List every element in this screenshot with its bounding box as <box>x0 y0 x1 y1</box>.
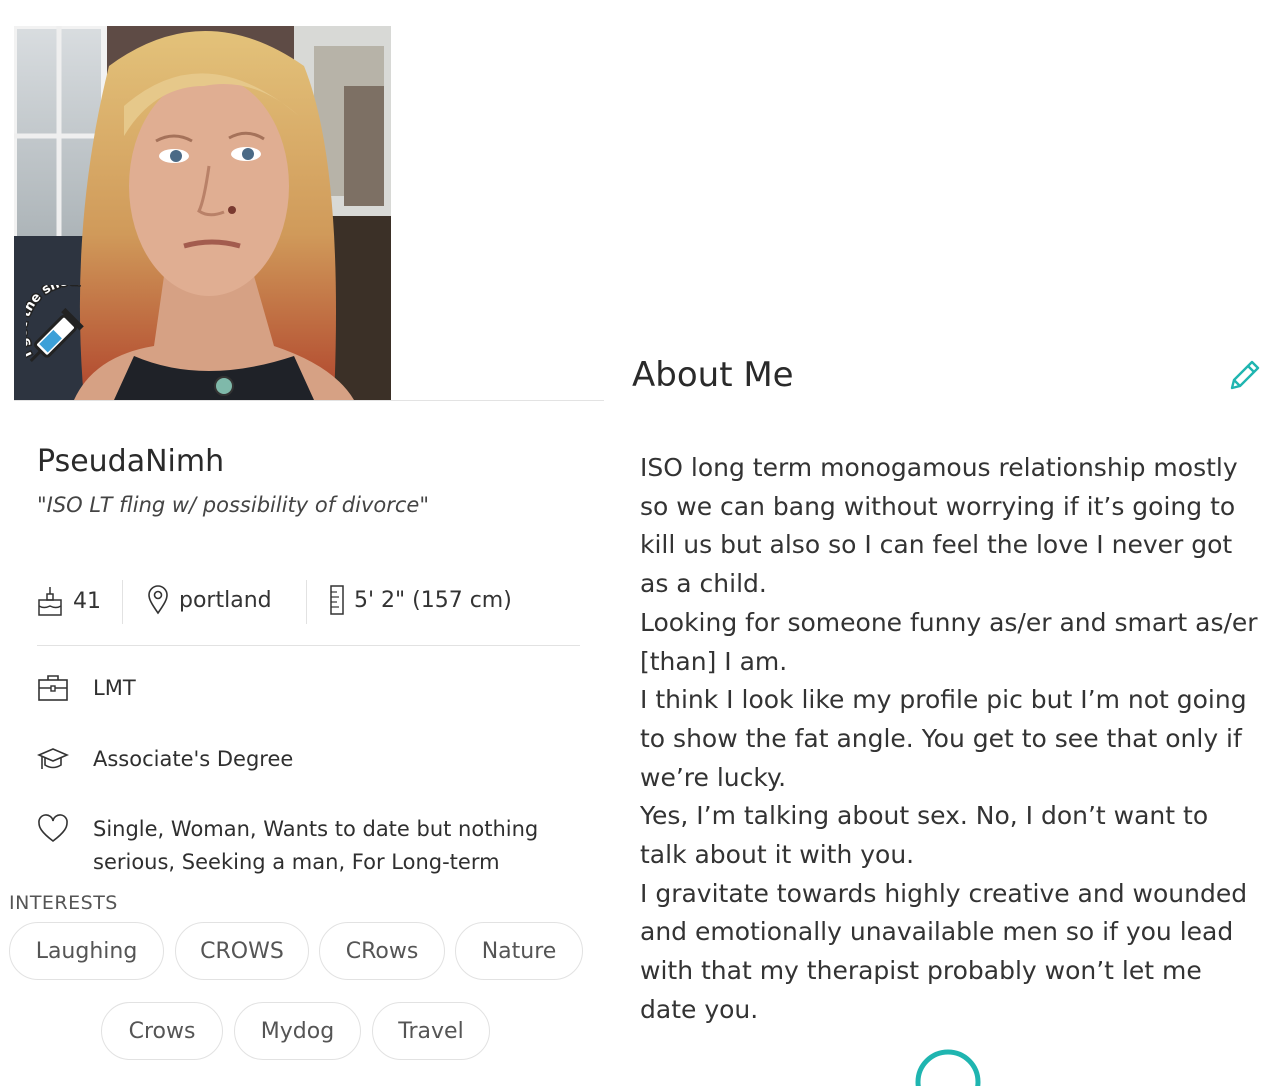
ruler-icon <box>330 585 344 615</box>
interest-chip[interactable]: Nature <box>455 922 583 980</box>
interest-chip[interactable]: CROWS <box>175 922 309 980</box>
age-stat: 41 <box>37 585 101 617</box>
occupation-row: LMT <box>37 672 136 705</box>
interest-chip[interactable]: Crows <box>101 1002 223 1060</box>
about-title: About Me <box>632 355 794 395</box>
about-paragraph: ISO long term monogamous relationship mo… <box>640 453 1238 599</box>
pencil-icon <box>1230 360 1260 390</box>
heart-icon <box>38 814 68 843</box>
syringe-icon <box>29 307 84 363</box>
stat-divider <box>306 580 307 624</box>
occupation-value: LMT <box>93 676 136 700</box>
location-value: portland <box>179 587 272 613</box>
interest-chip[interactable]: Travel <box>372 1002 490 1060</box>
height-value: 5' 2" (157 cm) <box>354 587 512 613</box>
vaccine-sticker: I got the shot! <box>14 272 126 375</box>
briefcase-icon <box>38 675 68 701</box>
location-stat: portland <box>147 585 272 615</box>
about-paragraph: I gravitate towards highly creative and … <box>640 878 1248 1024</box>
about-text: ISO long term monogamous relationship mo… <box>640 449 1260 1030</box>
relationship-row: Single, Woman, Wants to date but nothing… <box>37 813 577 879</box>
relationship-value: Single, Woman, Wants to date but nothing… <box>93 817 539 874</box>
loading-spinner-icon <box>912 1046 984 1090</box>
profile-tagline: "ISO LT fling w/ possibility of divorce" <box>37 493 429 517</box>
about-paragraph: I think I look like my profile pic but I… <box>640 685 1247 792</box>
profile-username: PseudaNimh <box>37 444 225 479</box>
education-row: Associate's Degree <box>37 743 293 776</box>
about-paragraph: Yes, I’m talking about sex. No, I don’t … <box>640 801 1209 870</box>
age-value: 41 <box>73 588 101 614</box>
interest-chip[interactable]: Mydog <box>234 1002 361 1060</box>
stat-divider <box>122 580 123 624</box>
height-stat: 5' 2" (157 cm) <box>330 585 512 615</box>
graduation-cap-icon <box>37 748 69 769</box>
edit-button[interactable] <box>1226 358 1262 394</box>
interest-chip[interactable]: CRows <box>319 922 445 980</box>
location-pin-icon <box>148 585 168 615</box>
education-value: Associate's Degree <box>93 747 294 771</box>
interests-label: INTERESTS <box>9 892 118 914</box>
interest-chip[interactable]: Laughing <box>9 922 164 980</box>
photo-divider <box>14 400 604 401</box>
cake-icon <box>38 587 62 616</box>
about-paragraph: Looking for someone funny as/er and smar… <box>640 607 1258 676</box>
stats-divider <box>37 645 580 646</box>
